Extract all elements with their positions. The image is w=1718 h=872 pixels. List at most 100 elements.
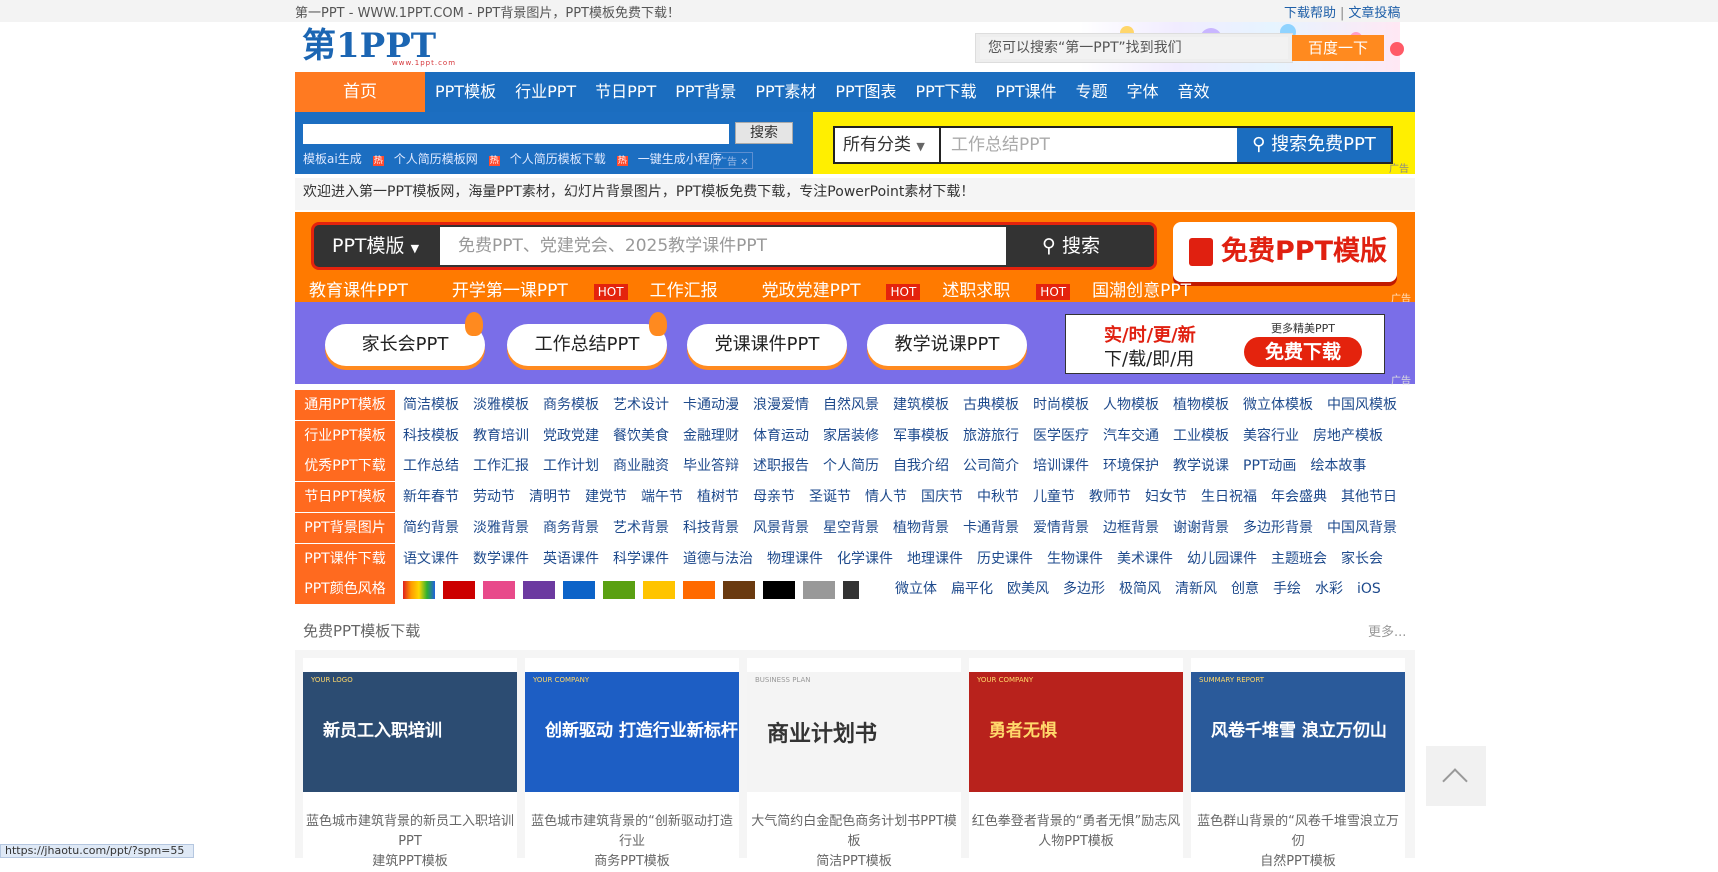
category-link[interactable]: 教师节 (1089, 482, 1131, 512)
category-link[interactable]: 工作总结 (403, 451, 459, 481)
category-link[interactable]: 商业融资 (613, 451, 669, 481)
category-link[interactable]: 化学课件 (837, 544, 893, 574)
category-link[interactable]: 淡雅背景 (473, 513, 529, 543)
category-link[interactable]: 圣诞节 (809, 482, 851, 512)
nav-item[interactable]: PPT课件 (996, 72, 1057, 112)
card-thumbnail[interactable]: SUMMARY REPORT 风卷千堆雪 浪立万仞山 (1191, 672, 1405, 792)
category-link[interactable]: 年会盛典 (1271, 482, 1327, 512)
card-caption[interactable]: 蓝色群山背景的“风卷千堆雪浪立万仞 自然PPT模板 (1191, 812, 1405, 872)
nav-item[interactable]: PPT下载 (915, 72, 976, 112)
color-swatch[interactable] (563, 581, 595, 599)
free-download-button[interactable]: 免费下载 (1244, 337, 1362, 367)
category-head[interactable]: PPT课件下载 (295, 543, 395, 574)
nav-item[interactable]: 字体 (1127, 72, 1159, 112)
nav-item[interactable]: 专题 (1076, 72, 1108, 112)
category-link[interactable]: 商务模板 (543, 390, 599, 420)
ad-close-icon[interactable]: ✕ (740, 157, 748, 168)
color-swatch[interactable] (603, 581, 635, 599)
download-help-link[interactable]: 下载帮助 (1284, 6, 1336, 21)
category-head[interactable]: 优秀PPT下载 (295, 451, 395, 482)
ad-search-input[interactable] (303, 124, 729, 144)
style-link[interactable]: 水彩 (1315, 574, 1343, 604)
category-link[interactable]: 其他节日 (1341, 482, 1397, 512)
hot-link[interactable]: 开学第一课PPT HOT (452, 276, 628, 301)
category-link[interactable]: 古典模板 (963, 390, 1019, 420)
category-link[interactable]: 科学课件 (613, 544, 669, 574)
category-link[interactable]: 情人节 (865, 482, 907, 512)
category-link[interactable]: 生物课件 (1047, 544, 1103, 574)
card-caption[interactable]: 大气简约白金配色商务计划书PPT模板 简洁PPT模板 (747, 812, 961, 872)
category-link[interactable]: 科技背景 (683, 513, 739, 543)
style-link[interactable]: 多边形 (1063, 574, 1105, 604)
card-thumbnail[interactable]: BUSINESS PLAN 商业计划书 (747, 672, 961, 792)
color-swatch[interactable] (803, 581, 835, 599)
category-link[interactable]: 母亲节 (753, 482, 795, 512)
category-link[interactable]: 自我介绍 (893, 451, 949, 481)
category-link[interactable]: 物理课件 (767, 544, 823, 574)
category-link[interactable]: 地理课件 (907, 544, 963, 574)
category-link[interactable]: 道德与法治 (683, 544, 753, 574)
search-free-ppt-button[interactable]: ⚲ 搜索免费PPT (1237, 128, 1391, 162)
category-link[interactable]: 教育培训 (473, 421, 529, 451)
nav-item[interactable]: PPT素材 (755, 72, 816, 112)
category-link[interactable]: 环境保护 (1103, 451, 1159, 481)
category-link[interactable]: 科技模板 (403, 421, 459, 451)
category-link[interactable]: 爱情背景 (1033, 513, 1089, 543)
category-link[interactable]: 党政党建 (543, 421, 599, 451)
banner-search-input[interactable]: 免费PPT、党建党会、2025教学课件PPT (440, 227, 1006, 265)
category-link[interactable]: 妇女节 (1145, 482, 1187, 512)
style-link[interactable]: 创意 (1231, 574, 1259, 604)
more-link[interactable]: 更多... (1368, 621, 1406, 640)
style-link[interactable]: 欧美风 (1007, 574, 1049, 604)
ad-link[interactable]: 个人简历模板下载热 (510, 150, 628, 167)
category-link[interactable]: 军事模板 (893, 421, 949, 451)
category-link[interactable]: 自然风景 (823, 390, 879, 420)
category-link[interactable]: 卡通动漫 (683, 390, 739, 420)
category-link[interactable]: 工作汇报 (473, 451, 529, 481)
color-swatch[interactable] (723, 581, 755, 599)
nav-item[interactable]: 音效 (1178, 72, 1210, 112)
color-swatch[interactable] (763, 581, 795, 599)
ad-search2-input[interactable]: 工作总结PPT (951, 128, 1050, 162)
category-link[interactable]: 语文课件 (403, 544, 459, 574)
back-to-top-button[interactable] (1426, 746, 1486, 806)
style-link[interactable]: 清新风 (1175, 574, 1217, 604)
category-link[interactable]: 植物模板 (1173, 390, 1229, 420)
category-link[interactable]: 清明节 (529, 482, 571, 512)
nav-item[interactable]: 行业PPT (515, 72, 576, 112)
nav-item[interactable]: PPT背景 (675, 72, 736, 112)
category-link[interactable]: 时尚模板 (1033, 390, 1089, 420)
template-card[interactable]: YOUR LOGO 新员工入职培训 蓝色城市建筑背景的新员工入职培训PPT 建筑PPT… (303, 658, 517, 869)
category-link[interactable]: 述职报告 (753, 451, 809, 481)
category-link[interactable]: 美容行业 (1243, 421, 1299, 451)
banner-search-button[interactable]: ⚲ 搜索 (1042, 225, 1100, 267)
category-link[interactable]: 中秋节 (977, 482, 1019, 512)
category-select[interactable]: 所有分类 ▼ (835, 128, 941, 162)
free-ppt-button[interactable]: 免费PPT模版 (1173, 222, 1397, 282)
category-link[interactable]: PPT动画 (1243, 451, 1296, 481)
category-link[interactable]: 微立体模板 (1243, 390, 1313, 420)
pill-jiazhanghui[interactable]: 家长会PPT (325, 324, 485, 366)
category-link[interactable]: 培训课件 (1033, 451, 1089, 481)
category-link[interactable]: 建筑模板 (893, 390, 949, 420)
category-link[interactable]: 金融理财 (683, 421, 739, 451)
swatch-black-white[interactable] (843, 581, 875, 599)
category-link[interactable]: 公司简介 (963, 451, 1019, 481)
category-link[interactable]: 汽车交通 (1103, 421, 1159, 451)
template-card[interactable]: BUSINESS PLAN 商业计划书大气简约白金配色商务计划书PPT模板 简洁PP… (747, 658, 961, 869)
site-logo[interactable]: 第1PPT www.1ppt.com (302, 28, 472, 67)
category-link[interactable]: 中国风背景 (1327, 513, 1397, 543)
color-swatch[interactable] (523, 581, 555, 599)
template-card[interactable]: YOUR COMPANY 勇者无惧 红色拳登者背景的“勇者无惧”励志风 人物PPT模板 (969, 658, 1183, 858)
category-link[interactable]: 劳动节 (473, 482, 515, 512)
category-link[interactable]: 英语课件 (543, 544, 599, 574)
nav-item[interactable]: PPT模板 (435, 72, 496, 112)
card-thumbnail[interactable]: YOUR LOGO 新员工入职培训 (303, 672, 517, 792)
category-link[interactable]: 数学课件 (473, 544, 529, 574)
category-link[interactable]: 儿童节 (1033, 482, 1075, 512)
category-link[interactable]: 家长会 (1341, 544, 1383, 574)
nav-item[interactable]: 节日PPT (595, 72, 656, 112)
swatch-rainbow[interactable] (403, 581, 435, 599)
category-link[interactable]: 工作计划 (543, 451, 599, 481)
color-swatch[interactable] (483, 581, 515, 599)
